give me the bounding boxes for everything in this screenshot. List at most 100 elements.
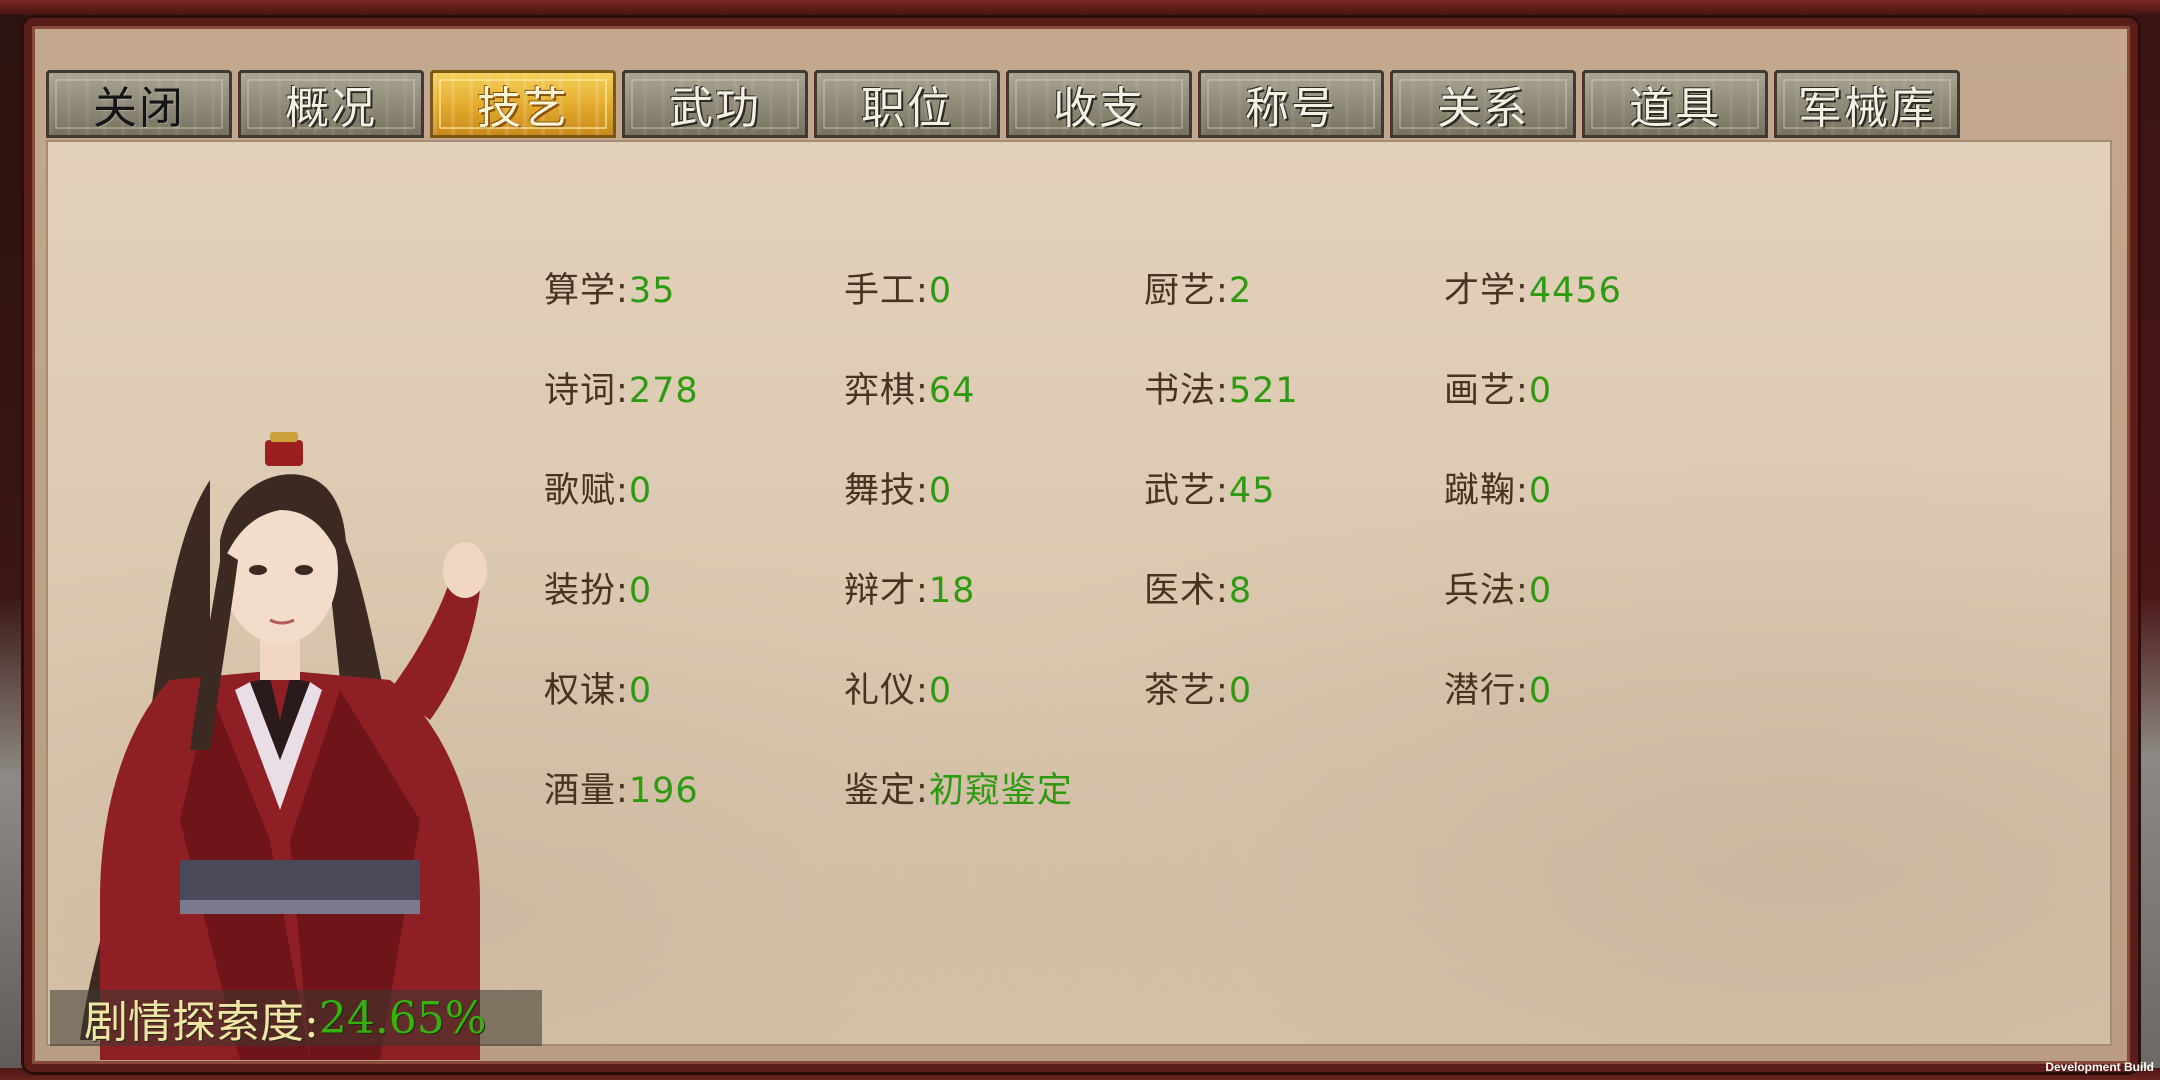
skill-separator: :: [616, 771, 629, 811]
skill-label: 弈棋: [844, 371, 917, 411]
skill-label: 武艺: [1144, 471, 1217, 511]
tab-titles[interactable]: 称号: [1198, 70, 1384, 138]
skill-liyi: 礼仪:0: [844, 662, 1144, 762]
skill-separator: :: [616, 671, 629, 711]
skill-chuyi: 厨艺:2: [1144, 262, 1444, 362]
skill-huayi: 画艺:0: [1444, 362, 1744, 462]
tab-overview[interactable]: 概况: [238, 70, 424, 138]
skill-label: 酒量: [544, 771, 617, 811]
skill-separator: :: [916, 371, 929, 411]
skill-value: 0: [928, 671, 953, 711]
skill-caixue: 才学:4456: [1444, 262, 1744, 362]
skill-value: 45: [1228, 471, 1276, 511]
skill-separator: :: [1516, 571, 1529, 611]
tab-label: 关系: [1437, 83, 1529, 134]
skill-value: 0: [928, 271, 953, 311]
skill-yishu: 医术:8: [1144, 562, 1444, 662]
skill-wuji: 舞技:0: [844, 462, 1144, 562]
skill-label: 辩才: [844, 571, 917, 611]
skill-label: 才学: [1444, 271, 1517, 311]
skill-shougong: 手工:0: [844, 262, 1144, 362]
skill-value: 4456: [1528, 271, 1622, 311]
skill-value: 0: [628, 471, 653, 511]
skill-separator: :: [616, 571, 629, 611]
skill-separator: :: [916, 671, 929, 711]
skill-label: 诗词: [544, 371, 617, 411]
tab-skills[interactable]: 技艺: [430, 70, 616, 138]
skill-yiqi: 弈棋:64: [844, 362, 1144, 462]
skill-separator: :: [1216, 671, 1229, 711]
tab-finances[interactable]: 收支: [1006, 70, 1192, 138]
skill-label: 兵法: [1444, 571, 1517, 611]
skill-value: 0: [1528, 571, 1553, 611]
dev-build-watermark: Development Build: [2045, 1060, 2154, 1074]
skill-value: 0: [628, 571, 653, 611]
tab-close[interactable]: 关闭: [46, 70, 232, 138]
skill-separator: :: [916, 571, 929, 611]
skill-gefu: 歌赋:0: [544, 462, 844, 562]
tab-label: 技艺: [477, 83, 569, 134]
skill-wuyi: 武艺:45: [1144, 462, 1444, 562]
skill-value: 0: [1228, 671, 1253, 711]
tab-label: 称号: [1245, 83, 1337, 134]
tab-martial-arts[interactable]: 武功: [622, 70, 808, 138]
tab-armory[interactable]: 军械库: [1774, 70, 1960, 138]
skill-value: 521: [1228, 371, 1299, 411]
tab-label: 武功: [669, 83, 761, 134]
skill-label: 画艺: [1444, 371, 1517, 411]
skill-value: 35: [628, 271, 676, 311]
skill-label: 舞技: [844, 471, 917, 511]
story-progress: 剧情探索度: 24.65%: [50, 990, 542, 1048]
skill-jianding: 鉴定:初窥鉴定: [844, 762, 1144, 862]
tab-label: 道具: [1629, 83, 1721, 134]
game-screen: 关闭 概况 技艺 武功 职位 收支 称号 关系 道具 军械库 算学:35 手工:…: [0, 0, 2160, 1080]
skill-value: 0: [1528, 671, 1553, 711]
skill-value: 2: [1228, 271, 1253, 311]
skill-label: 医术: [1144, 571, 1217, 611]
story-progress-value: 24.65%: [318, 992, 487, 1044]
tab-label: 概况: [285, 83, 377, 134]
character-portrait: [80, 432, 487, 1060]
story-progress-label: 剧情探索度:: [84, 997, 319, 1048]
skill-label: 厨艺: [1144, 271, 1217, 311]
skill-value: 0: [628, 671, 653, 711]
skill-value: 0: [1528, 471, 1553, 511]
skill-separator: :: [616, 371, 629, 411]
skill-value: 0: [928, 471, 953, 511]
skill-separator: :: [916, 471, 929, 511]
tab-relations[interactable]: 关系: [1390, 70, 1576, 138]
skill-value: 8: [1228, 571, 1253, 611]
skill-label: 鉴定: [844, 771, 917, 811]
skill-chayi: 茶艺:0: [1144, 662, 1444, 762]
tab-label: 收支: [1053, 83, 1145, 134]
tab-label: 职位: [861, 83, 953, 134]
skill-separator: :: [616, 471, 629, 511]
skill-separator: :: [616, 271, 629, 311]
tab-position[interactable]: 职位: [814, 70, 1000, 138]
skill-separator: :: [1516, 471, 1529, 511]
skill-label: 蹴鞠: [1444, 471, 1517, 511]
skill-separator: :: [1216, 571, 1229, 611]
skills-grid: 算学:35 手工:0 厨艺:2 才学:4456 诗词:278 弈棋:64 书法:…: [544, 262, 1744, 862]
skill-shici: 诗词:278: [544, 362, 844, 462]
skill-biancai: 辩才:18: [844, 562, 1144, 662]
tab-items[interactable]: 道具: [1582, 70, 1768, 138]
skill-label: 装扮: [544, 571, 617, 611]
skill-jiuliang: 酒量:196: [544, 762, 844, 862]
skill-label: 书法: [1144, 371, 1217, 411]
skill-shufa: 书法:521: [1144, 362, 1444, 462]
skill-value: 278: [628, 371, 699, 411]
skill-label: 茶艺: [1144, 671, 1217, 711]
skill-separator: :: [1216, 471, 1229, 511]
tab-bar: 关闭 概况 技艺 武功 职位 收支 称号 关系 道具 军械库: [46, 70, 1960, 140]
skill-bingfa: 兵法:0: [1444, 562, 1744, 662]
tab-label: 军械库: [1798, 83, 1936, 134]
skill-label: 礼仪: [844, 671, 917, 711]
skill-separator: :: [1516, 671, 1529, 711]
skill-value: 初窥鉴定: [928, 771, 1073, 811]
skill-value: 196: [628, 771, 699, 811]
skill-label: 算学: [544, 271, 617, 311]
skill-label: 手工: [844, 271, 917, 311]
frame-top-border: [0, 0, 2160, 14]
skill-quanmou: 权谋:0: [544, 662, 844, 762]
